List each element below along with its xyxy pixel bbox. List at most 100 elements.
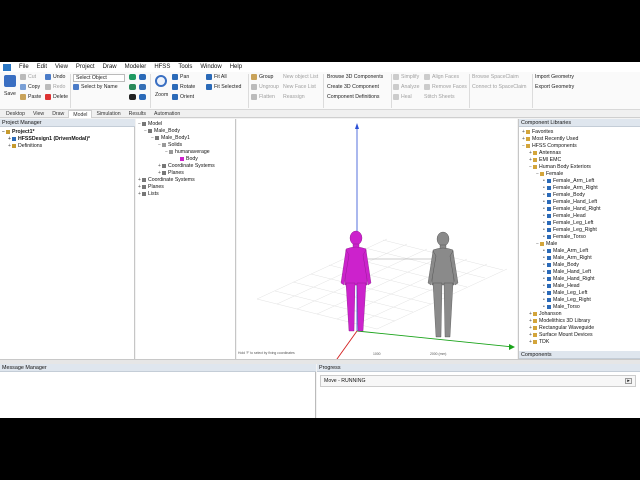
menu-draw[interactable]: Draw bbox=[99, 64, 121, 70]
tree-item-male-body1[interactable]: − Male_Body1 bbox=[151, 135, 190, 141]
library-item[interactable]: • Male_Arm_Left bbox=[543, 248, 588, 254]
library-item[interactable]: • Male_Leg_Left bbox=[543, 290, 587, 296]
fit-selected-button[interactable]: Fit Selected bbox=[206, 84, 241, 90]
library-item[interactable]: • Female_Hand_Right bbox=[543, 206, 601, 212]
select-by-name-button[interactable]: Select by Name bbox=[73, 84, 118, 90]
redo-button[interactable]: Redo bbox=[45, 84, 65, 90]
menu-view[interactable]: View bbox=[51, 64, 72, 70]
delete-button[interactable]: Delete bbox=[45, 94, 68, 100]
library-item[interactable]: • Male_Leg_Right bbox=[543, 297, 591, 303]
reassign-button[interactable]: Reassign bbox=[283, 94, 305, 100]
analyze-button[interactable]: Analyze bbox=[393, 84, 419, 90]
design-node[interactable]: + HFSSDesign1 (DrivenModal)* bbox=[8, 136, 90, 142]
viewport-canvas[interactable] bbox=[237, 119, 517, 359]
library-item[interactable]: + EMI EMC bbox=[529, 157, 561, 163]
tab-desktop[interactable]: Desktop bbox=[2, 110, 29, 118]
select-vertex-icon[interactable] bbox=[129, 84, 136, 90]
library-item[interactable]: + Modelithics 3D Library bbox=[529, 318, 590, 324]
export-geometry-button[interactable]: Export Geometry bbox=[535, 84, 574, 90]
menu-hfss[interactable]: HFSS bbox=[150, 64, 174, 70]
stitch-sheets-button[interactable]: Stitch Sheets bbox=[424, 94, 455, 100]
library-item[interactable]: − Human Body Exteriors bbox=[529, 164, 591, 170]
library-item[interactable]: + Most Recently Used bbox=[522, 136, 578, 142]
select-object-icon[interactable] bbox=[139, 94, 146, 100]
heal-button[interactable]: Heal bbox=[393, 94, 412, 100]
orient-button[interactable]: Orient bbox=[172, 94, 194, 100]
tree-item-humanaverage[interactable]: − humanaverage bbox=[165, 149, 210, 155]
menu-file[interactable]: File bbox=[15, 64, 33, 70]
menu-window[interactable]: Window bbox=[196, 64, 225, 70]
align-faces-button[interactable]: Align Faces bbox=[424, 74, 459, 80]
tab-draw[interactable]: Draw bbox=[48, 110, 68, 118]
save-button[interactable]: Save bbox=[4, 91, 16, 97]
library-item[interactable]: + Johanson bbox=[529, 311, 562, 317]
new-object-list-button[interactable]: New object List bbox=[283, 74, 318, 80]
browse-3d-components-button[interactable]: Browse 3D Components bbox=[327, 74, 383, 80]
simplify-button[interactable]: Simplify bbox=[393, 74, 419, 80]
library-item[interactable]: • Male_Torso bbox=[543, 304, 580, 310]
group-button[interactable]: Group bbox=[251, 74, 273, 80]
tree-item-planes-inner[interactable]: + Planes bbox=[158, 170, 184, 176]
menu-modeler[interactable]: Modeler bbox=[121, 64, 151, 70]
tree-item-coordinate-systems[interactable]: + Coordinate Systems bbox=[138, 177, 195, 183]
tree-item-coordinate-systems-inner[interactable]: + Coordinate Systems bbox=[158, 163, 215, 169]
new-face-list-button[interactable]: New Face List bbox=[283, 84, 316, 90]
library-item[interactable]: + Antennas bbox=[529, 150, 561, 156]
library-item[interactable]: • Male_Arm_Right bbox=[543, 255, 592, 261]
library-item[interactable]: • Female_Torso bbox=[543, 234, 586, 240]
tree-item-model[interactable]: − Model bbox=[138, 121, 162, 127]
select-body-icon[interactable] bbox=[129, 94, 136, 100]
library-item[interactable]: − Male bbox=[536, 241, 557, 247]
tab-model[interactable]: Model bbox=[68, 109, 93, 118]
select-edge-icon[interactable] bbox=[139, 74, 146, 80]
tab-simulation[interactable]: Simulation bbox=[92, 110, 124, 118]
tree-item-lists[interactable]: + Lists bbox=[138, 191, 159, 197]
menu-help[interactable]: Help bbox=[226, 64, 246, 70]
cut-button[interactable]: Cut bbox=[20, 74, 36, 80]
library-item[interactable]: • Female_Hand_Left bbox=[543, 199, 597, 205]
select-mode-dropdown[interactable]: Select Object bbox=[73, 74, 125, 82]
library-item[interactable]: + TDK bbox=[529, 339, 549, 345]
library-item[interactable]: − HFSS Components bbox=[522, 143, 577, 149]
tree-item-planes[interactable]: + Planes bbox=[138, 184, 164, 190]
connect-spaceclaim-button[interactable]: Connect to SpaceClaim bbox=[472, 84, 527, 90]
pan-button[interactable]: Pan bbox=[172, 74, 189, 80]
tree-item-male-body[interactable]: − Male_Body bbox=[144, 128, 180, 134]
save-icon[interactable] bbox=[4, 75, 16, 87]
library-item[interactable]: • Female_Leg_Left bbox=[543, 220, 593, 226]
library-item[interactable]: + Favorites bbox=[522, 129, 553, 135]
flatten-button[interactable]: Flatten bbox=[251, 94, 275, 100]
library-item[interactable]: • Female_Leg_Right bbox=[543, 227, 597, 233]
library-item[interactable]: • Male_Body bbox=[543, 262, 579, 268]
male-body-selected[interactable] bbox=[340, 230, 372, 332]
select-face-icon[interactable] bbox=[129, 74, 136, 80]
library-item[interactable]: + Rectangular Waveguide bbox=[529, 325, 594, 331]
library-item[interactable]: • Female_Arm_Right bbox=[543, 185, 598, 191]
definitions-node[interactable]: + Definitions bbox=[8, 143, 42, 149]
rotate-button[interactable]: Rotate bbox=[172, 84, 195, 90]
ungroup-button[interactable]: Ungroup bbox=[251, 84, 279, 90]
library-item[interactable]: + Surface Mount Devices bbox=[529, 332, 593, 338]
zoom-icon[interactable] bbox=[155, 75, 167, 87]
menu-edit[interactable]: Edit bbox=[33, 64, 51, 70]
tree-item-body[interactable]: Body bbox=[176, 156, 198, 162]
library-item[interactable]: • Female_Arm_Left bbox=[543, 178, 594, 184]
component-definitions-button[interactable]: Component Definitions bbox=[327, 94, 379, 100]
create-3d-component-button[interactable]: Create 3D Component bbox=[327, 84, 379, 90]
library-item[interactable]: • Female_Head bbox=[543, 213, 586, 219]
fit-all-button[interactable]: Fit All bbox=[206, 74, 227, 80]
copy-button[interactable]: Copy bbox=[20, 84, 40, 90]
library-item[interactable]: • Male_Head bbox=[543, 283, 580, 289]
tab-view[interactable]: View bbox=[29, 110, 48, 118]
paste-button[interactable]: Paste bbox=[20, 94, 41, 100]
tab-results[interactable]: Results bbox=[125, 110, 150, 118]
zoom-button[interactable]: Zoom bbox=[155, 92, 168, 98]
import-geometry-button[interactable]: Import Geometry bbox=[535, 74, 574, 80]
tab-automation[interactable]: Automation bbox=[150, 110, 184, 118]
select-multi-icon[interactable] bbox=[139, 84, 146, 90]
tree-item-solids[interactable]: − Solids bbox=[158, 142, 182, 148]
menu-project[interactable]: Project bbox=[72, 64, 99, 70]
library-item[interactable]: − Female bbox=[536, 171, 563, 177]
menu-tools[interactable]: Tools bbox=[174, 64, 196, 70]
browse-spaceclaim-button[interactable]: Browse SpaceClaim bbox=[472, 74, 519, 80]
